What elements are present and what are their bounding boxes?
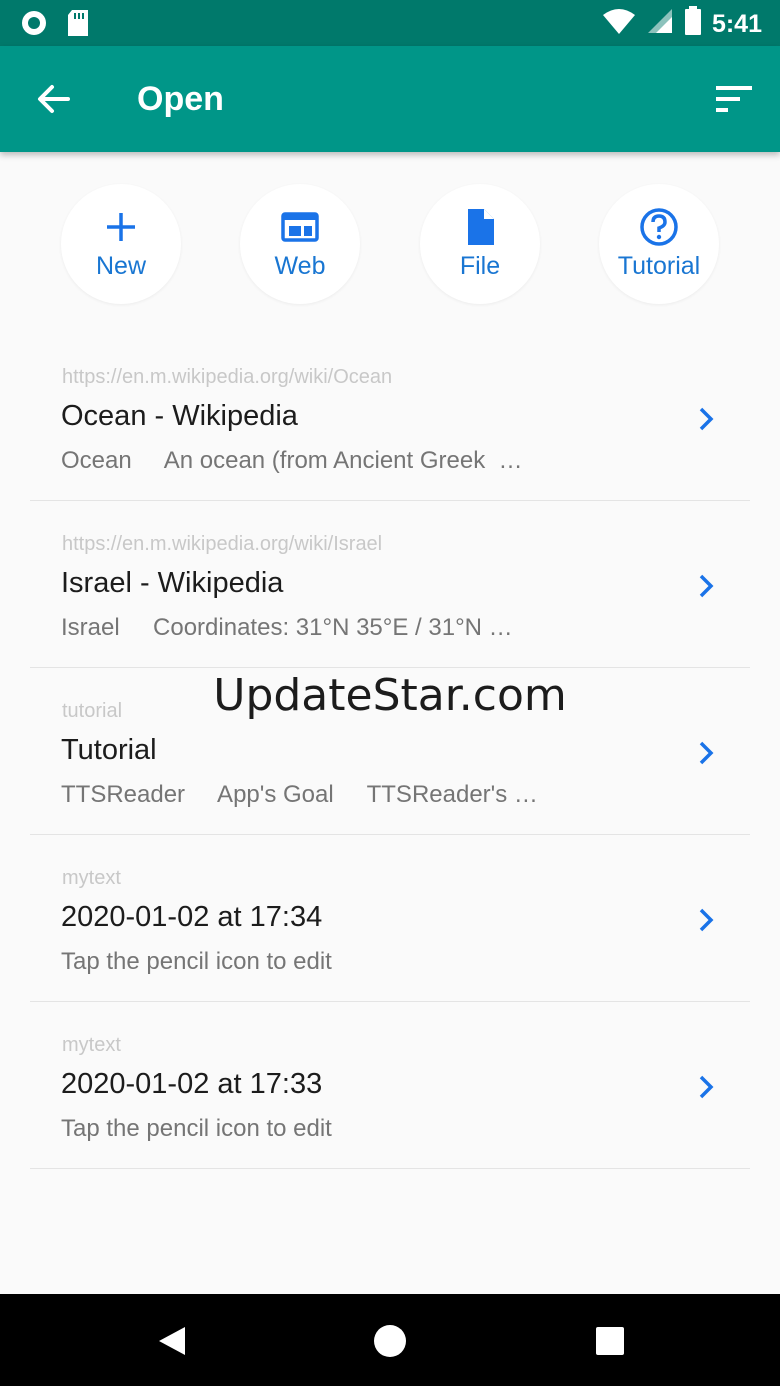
file-button[interactable]: File	[420, 184, 540, 304]
sort-icon[interactable]	[714, 82, 754, 116]
item-source: mytext	[62, 1034, 121, 1056]
file-icon	[460, 207, 500, 247]
nav-recents-icon[interactable]	[593, 1324, 627, 1358]
status-time: 5:41	[711, 9, 762, 38]
chevron-right-icon	[695, 1074, 717, 1100]
item-title: Tutorial	[61, 734, 157, 766]
chevron-right-icon	[695, 740, 717, 766]
item-title: 2020-01-02 at 17:33	[61, 1068, 323, 1100]
plus-icon	[101, 207, 141, 247]
item-title: 2020-01-02 at 17:34	[61, 901, 323, 933]
item-snippet: Tap the pencil icon to edit	[61, 948, 332, 975]
battery-icon	[684, 6, 702, 41]
web-button-label: Web	[274, 252, 326, 280]
app-bar: Open	[0, 46, 780, 152]
new-button[interactable]: New	[61, 184, 181, 304]
web-icon	[280, 207, 320, 247]
nav-home-icon[interactable]	[373, 1324, 407, 1358]
item-snippet: Tap the pencil icon to edit	[61, 1115, 332, 1142]
tutorial-button-label: Tutorial	[617, 252, 701, 280]
help-icon	[639, 207, 679, 247]
list-item[interactable]: mytext 2020-01-02 at 17:34 Tap the penci…	[30, 835, 750, 1002]
chevron-right-icon	[695, 406, 717, 432]
page-title: Open	[137, 80, 224, 118]
item-source: https://en.m.wikipedia.org/wiki/Israel	[62, 533, 383, 555]
circle-notification-icon	[20, 9, 48, 42]
status-bar: 5:41	[0, 0, 780, 46]
item-snippet: TTSReader App's Goal TTSReader's …	[61, 781, 538, 808]
item-source: https://en.m.wikipedia.org/wiki/Ocean	[62, 366, 393, 388]
sd-card-icon	[66, 9, 90, 42]
item-title: Ocean - Wikipedia	[61, 400, 298, 432]
file-button-label: File	[459, 252, 501, 280]
new-button-label: New	[95, 252, 146, 280]
system-nav-bar	[0, 1294, 780, 1386]
recent-list: https://en.m.wikipedia.org/wiki/Ocean Oc…	[30, 334, 750, 1169]
chevron-right-icon	[695, 907, 717, 933]
item-source: mytext	[62, 867, 121, 889]
chevron-right-icon	[695, 573, 717, 599]
list-item[interactable]: https://en.m.wikipedia.org/wiki/Ocean Oc…	[30, 334, 750, 501]
item-snippet: Israel Coordinates: 31°N 35°E / 31°N …	[61, 614, 513, 641]
wifi-icon	[602, 7, 636, 40]
quick-actions: New Web File Tutorial	[0, 184, 780, 304]
nav-back-icon[interactable]	[155, 1324, 189, 1358]
watermark: UpdateStar.com	[213, 670, 567, 721]
web-button[interactable]: Web	[240, 184, 360, 304]
signal-icon	[646, 7, 674, 40]
list-item[interactable]: https://en.m.wikipedia.org/wiki/Israel I…	[30, 501, 750, 668]
list-item[interactable]: mytext 2020-01-02 at 17:33 Tap the penci…	[30, 1002, 750, 1169]
item-title: Israel - Wikipedia	[61, 567, 284, 599]
item-snippet: Ocean An ocean (from Ancient Greek …	[61, 447, 523, 474]
tutorial-button[interactable]: Tutorial	[599, 184, 719, 304]
back-arrow-icon[interactable]	[34, 80, 72, 118]
